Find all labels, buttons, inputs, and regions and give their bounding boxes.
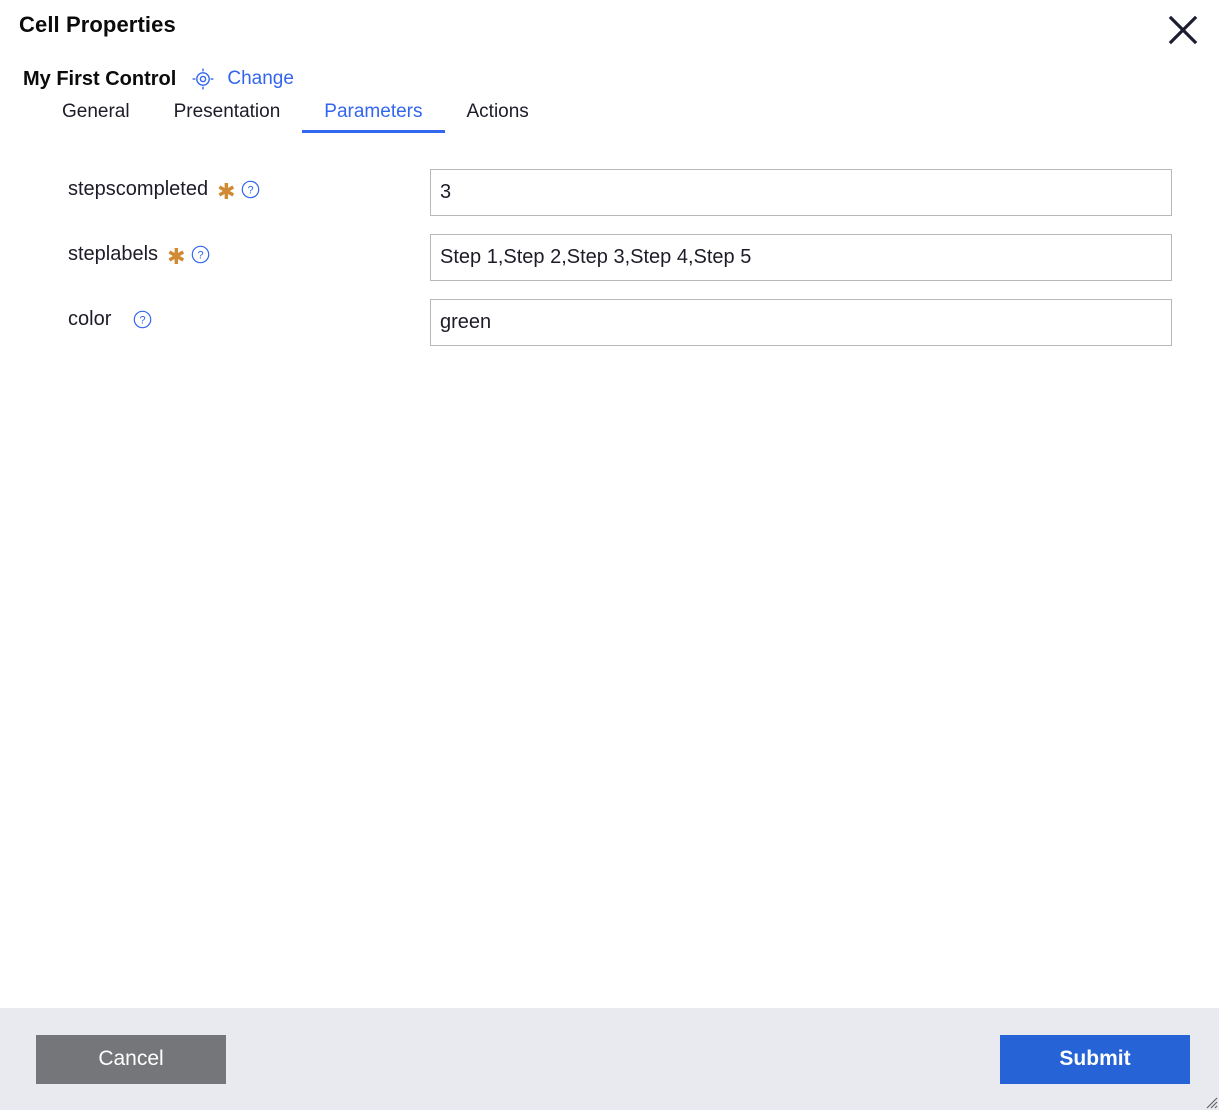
required-asterisk-icon: ✱	[167, 243, 186, 269]
parameter-row-stepscompleted: stepscompleted ✱ ?	[0, 169, 1219, 216]
help-icon[interactable]: ?	[133, 310, 152, 329]
tab-general[interactable]: General	[40, 98, 152, 133]
parameter-label-group: color ?	[68, 299, 430, 331]
tab-actions[interactable]: Actions	[445, 98, 551, 133]
dialog-footer: Cancel Submit	[0, 1008, 1219, 1110]
parameter-input-color[interactable]	[430, 299, 1172, 346]
target-icon[interactable]	[191, 67, 215, 91]
tab-presentation[interactable]: Presentation	[152, 98, 303, 133]
parameter-row-steplabels: steplabels ✱ ?	[0, 234, 1219, 281]
cell-properties-dialog: Cell Properties My First Control Change	[0, 0, 1219, 1110]
parameter-label: stepscompleted	[68, 178, 209, 200]
close-button[interactable]	[1161, 8, 1205, 52]
parameter-label-group: stepscompleted ✱ ?	[68, 169, 430, 204]
parameter-label-group: steplabels ✱ ?	[68, 234, 430, 269]
tab-parameters[interactable]: Parameters	[302, 98, 445, 133]
close-icon	[1168, 15, 1198, 45]
parameter-label: color	[68, 308, 112, 330]
submit-button[interactable]: Submit	[1000, 1034, 1190, 1084]
help-icon[interactable]: ?	[191, 245, 210, 264]
parameter-row-color: color ?	[0, 299, 1219, 346]
cancel-button[interactable]: Cancel	[36, 1034, 226, 1084]
control-name: My First Control	[23, 67, 177, 90]
svg-text:?: ?	[247, 185, 253, 197]
change-control-link[interactable]: Change	[227, 68, 294, 90]
parameter-label: steplabels	[68, 243, 159, 265]
svg-text:?: ?	[140, 315, 146, 327]
page-title: Cell Properties	[19, 12, 176, 37]
parameters-panel: stepscompleted ✱ ? steplabels ✱ ?	[0, 144, 1219, 1008]
parameter-input-stepscompleted[interactable]	[430, 169, 1172, 216]
help-icon[interactable]: ?	[241, 180, 260, 199]
dialog-header: Cell Properties	[0, 0, 1219, 60]
control-header: My First Control Change	[0, 60, 1219, 98]
required-asterisk-icon: ✱	[217, 178, 236, 204]
resize-grip-icon[interactable]	[1202, 1093, 1218, 1109]
svg-text:?: ?	[197, 250, 203, 262]
parameter-input-steplabels[interactable]	[430, 234, 1172, 281]
tab-bar: General Presentation Parameters Actions	[0, 98, 1219, 144]
